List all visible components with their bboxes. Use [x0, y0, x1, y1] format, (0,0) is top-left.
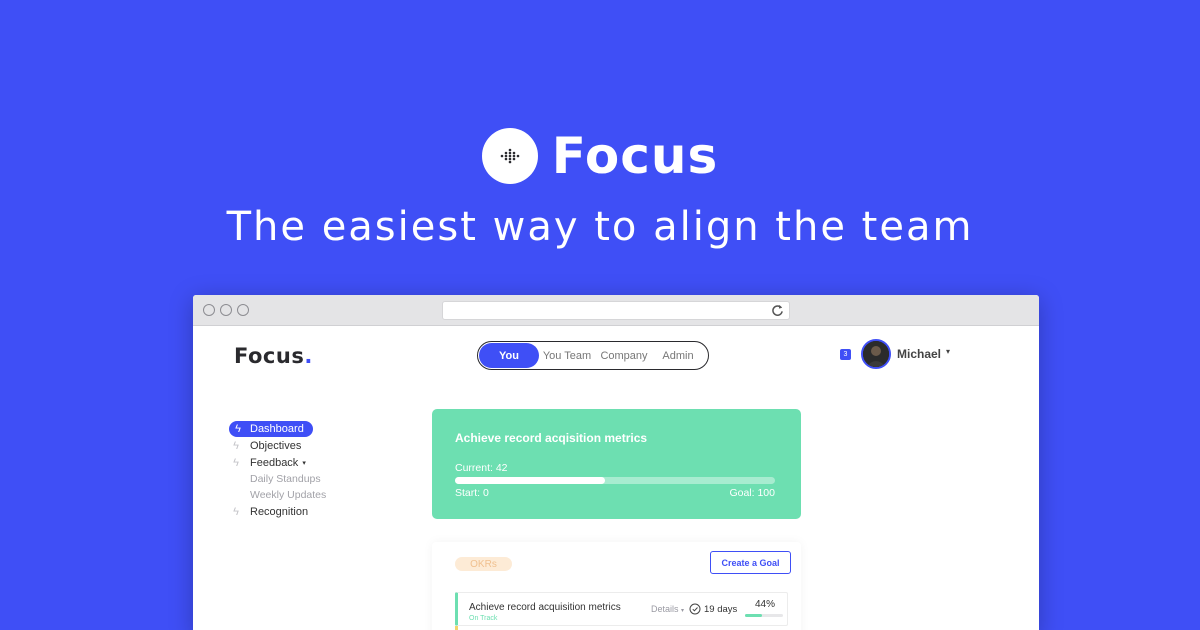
okr-details-label: Details	[651, 604, 679, 614]
next-row-indicator	[455, 626, 458, 630]
metric-goal: Goal: 100	[729, 487, 775, 499]
scope-tabs: You You Team Company Admin	[477, 341, 709, 370]
browser-toolbar	[193, 295, 1039, 326]
tab-company[interactable]: Company	[595, 343, 653, 368]
bolt-icon: ϟ	[235, 423, 241, 435]
chevron-down-icon[interactable]: ▾	[946, 347, 950, 356]
sidebar-item-label: Recognition	[250, 505, 309, 518]
create-goal-button[interactable]: Create a Goal	[710, 551, 791, 574]
diamond-grid-icon	[481, 128, 538, 184]
okr-status: On Track	[469, 615, 498, 622]
sidebar-subitem-weekly-updates[interactable]: Weekly Updates	[230, 487, 326, 503]
okr-panel: OKRs Create a Goal Achieve record acquis…	[432, 542, 801, 630]
metric-progress-fill	[455, 477, 606, 484]
notification-badge[interactable]: 3	[840, 349, 851, 360]
okr-progress-fill	[745, 614, 762, 617]
hero-tagline: The easiest way to align the team	[226, 204, 974, 250]
sidebar-item-label: Objectives	[250, 439, 302, 452]
window-minimize-button[interactable]	[220, 304, 232, 316]
sidebar-item-label: Dashboard	[250, 423, 304, 435]
sidebar-item-objectives[interactable]: ϟ Objectives	[230, 437, 326, 454]
metric-card[interactable]: Achieve record acqisition metrics Curren…	[432, 409, 801, 519]
caret-down-icon[interactable]: ▾	[302, 459, 306, 467]
chevron-down-icon: ▾	[681, 608, 685, 614]
hero-brand-name: Focus	[551, 127, 719, 185]
tab-you-team[interactable]: You Team	[539, 343, 595, 368]
bolt-icon: ϟ	[233, 456, 239, 469]
metric-title: Achieve record acqisition metrics	[455, 431, 648, 445]
avatar[interactable]	[861, 339, 891, 369]
okr-details-link[interactable]: Details ▾	[651, 604, 684, 614]
sidebar-item-label: Feedback	[250, 456, 299, 469]
sidebar-item-feedback[interactable]: ϟ Feedback ▾	[230, 454, 326, 471]
user-name[interactable]: Michael	[897, 347, 941, 361]
app-logo-dot: .	[304, 344, 313, 368]
browser-window: Focus. You You Team Company Admin 3 Mich…	[193, 295, 1039, 630]
sidebar-nav: ϟ Dashboard ϟ Objectives ϟ Feedback ▾ Da…	[229, 421, 326, 520]
app-logo-text: Focus	[234, 344, 305, 368]
sidebar-subitem-daily-standups[interactable]: Daily Standups	[230, 471, 326, 487]
metric-current: Current: 42	[455, 462, 508, 474]
sidebar-item-recognition[interactable]: ϟ Recognition	[230, 503, 326, 520]
window-controls	[203, 304, 249, 316]
bolt-icon: ϟ	[233, 439, 239, 452]
clock-icon	[689, 603, 701, 615]
tab-you[interactable]: You	[479, 343, 539, 368]
reload-icon[interactable]	[771, 304, 784, 317]
sidebar-item-dashboard[interactable]: ϟ Dashboard	[229, 421, 313, 437]
address-bar[interactable]	[442, 301, 790, 320]
metric-start: Start: 0	[455, 487, 489, 499]
okr-days-left: 19 days	[704, 604, 738, 615]
okr-progress-bar	[745, 614, 783, 617]
window-maximize-button[interactable]	[237, 304, 249, 316]
metric-progress-bar	[455, 477, 775, 484]
okr-percent: 44%	[755, 599, 776, 610]
bolt-icon: ϟ	[233, 505, 239, 518]
hero-brand: Focus	[0, 128, 1200, 184]
table-row[interactable]: Achieve record acquisition metrics On Tr…	[455, 592, 788, 626]
tab-admin[interactable]: Admin	[653, 343, 703, 368]
window-close-button[interactable]	[203, 304, 215, 316]
okr-name: Achieve record acquisition metrics	[469, 602, 621, 613]
user-photo-icon	[863, 341, 889, 367]
okrs-badge: OKRs	[455, 557, 512, 571]
app-logo[interactable]: Focus.	[234, 344, 313, 368]
